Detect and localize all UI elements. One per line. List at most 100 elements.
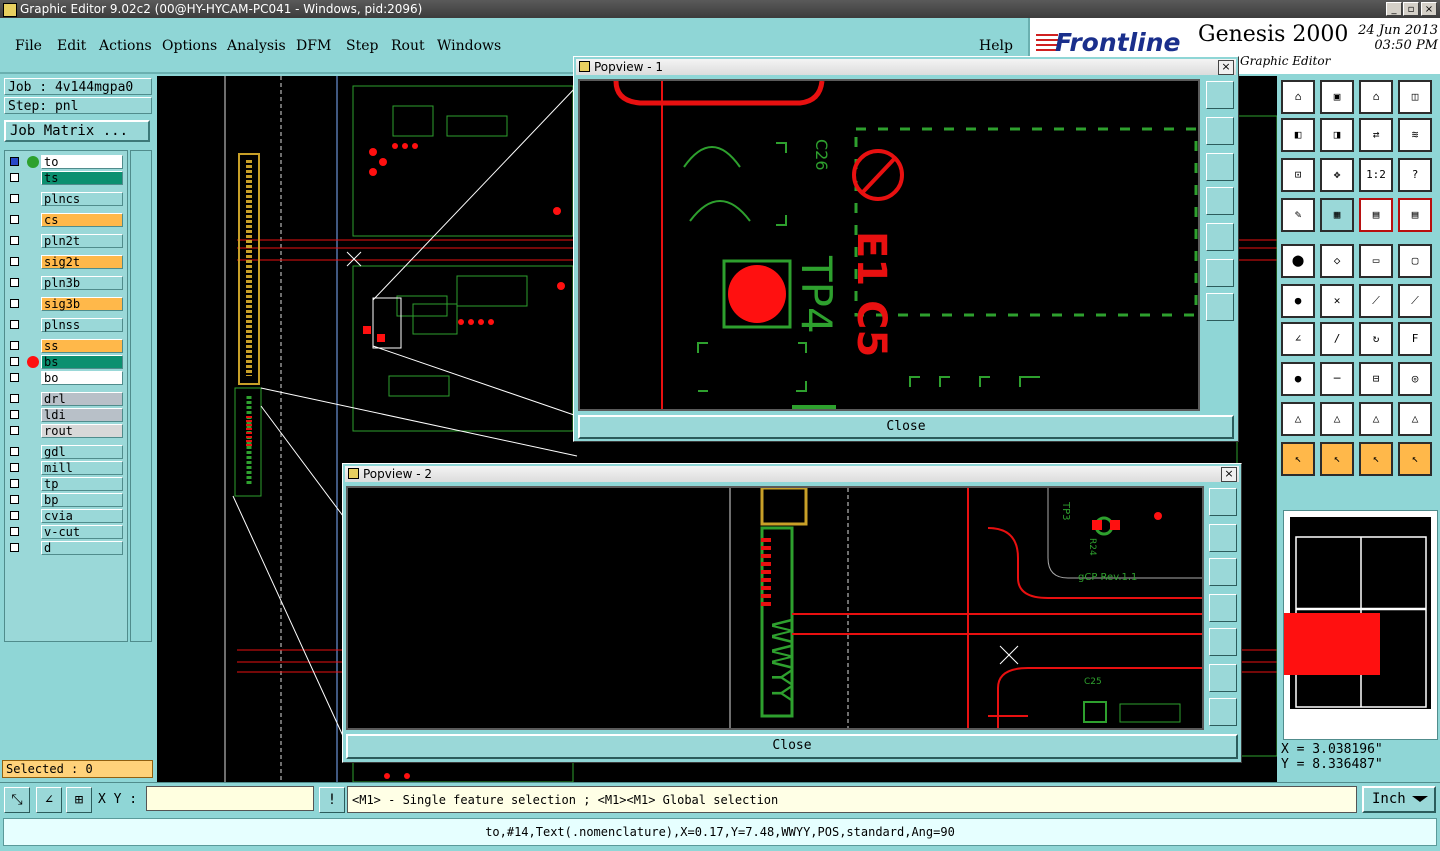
popview-1-close-button[interactable]: Close — [578, 415, 1234, 439]
layer-checkbox[interactable] — [10, 394, 19, 403]
popview-2-fit-button[interactable] — [1209, 664, 1237, 692]
menu-windows[interactable]: Windows — [437, 38, 501, 54]
home-view-icon[interactable]: ⌂ — [1359, 80, 1393, 114]
layer-row-ts[interactable]: ts — [7, 171, 127, 185]
text-icon[interactable]: F — [1398, 322, 1432, 356]
menu-dfm[interactable]: DFM — [296, 38, 331, 54]
layer-name[interactable]: mill — [41, 461, 123, 475]
layer-name[interactable]: bp — [41, 493, 123, 507]
menu-file[interactable]: File — [15, 38, 42, 54]
triangle-dim-icon[interactable]: △ — [1398, 402, 1432, 436]
maximize-button[interactable]: ▫ — [1403, 2, 1419, 16]
layer-name[interactable]: ss — [41, 339, 123, 353]
layer-checkbox[interactable] — [10, 373, 19, 382]
popview-2-pan-right-button[interactable] — [1209, 628, 1237, 656]
triangle-outline-icon[interactable]: △ — [1281, 402, 1315, 436]
layer-row-pln2t[interactable]: pln2t — [7, 234, 127, 248]
layer-row-d[interactable]: d — [7, 541, 127, 555]
layer-checkbox[interactable] — [10, 511, 19, 520]
line-arrow-icon[interactable]: ⟋ — [1398, 284, 1432, 318]
popview-1-zoom-in-button[interactable] — [1206, 81, 1234, 109]
line-node-icon[interactable]: ⟋ — [1359, 284, 1393, 318]
layer-checkbox[interactable] — [10, 299, 19, 308]
arc-icon[interactable]: ↻ — [1359, 322, 1393, 356]
layer-name[interactable]: bs — [41, 355, 123, 369]
layer-name[interactable]: plnss — [41, 318, 123, 332]
popview-2-zoom-out-button[interactable] — [1209, 524, 1237, 552]
menu-rout[interactable]: Rout — [391, 38, 425, 54]
center-icon[interactable]: ✥ — [1320, 158, 1354, 192]
layer-row-bp[interactable]: bp — [7, 493, 127, 507]
pan-left-icon[interactable]: ◧ — [1281, 118, 1315, 152]
layer-row-v-cut[interactable]: v-cut — [7, 525, 127, 539]
menu-analysis[interactable]: Analysis — [227, 38, 286, 54]
close-window-button[interactable]: × — [1421, 2, 1437, 16]
unit-selector[interactable]: Inch — [1362, 786, 1436, 813]
angle-icon[interactable]: ∠ — [1281, 322, 1315, 356]
layer-name[interactable]: ts — [41, 171, 123, 185]
layer-row-cvia[interactable]: cvia — [7, 509, 127, 523]
menu-actions[interactable]: Actions — [99, 38, 152, 54]
layer-row-plncs[interactable]: plncs — [7, 192, 127, 206]
layer-row-sig2t[interactable]: sig2t — [7, 255, 127, 269]
cross-icon[interactable]: ✕ — [1320, 284, 1354, 318]
layer-checkbox[interactable] — [10, 527, 19, 536]
popview-1-center-button[interactable] — [1206, 293, 1234, 321]
zoom-back-icon[interactable]: ▣ — [1320, 80, 1354, 114]
layer-name[interactable]: pln2t — [41, 234, 123, 248]
measure-angle-icon[interactable]: ∠ — [36, 787, 62, 813]
popview-2-pan-down-button[interactable] — [1209, 558, 1237, 586]
measure-icon[interactable]: ✎ — [1281, 198, 1315, 232]
layer-name[interactable]: plncs — [41, 192, 123, 206]
pointer-icon[interactable]: ↖ — [1281, 442, 1315, 476]
layer-row-sig3b[interactable]: sig3b — [7, 297, 127, 311]
layer-checkbox[interactable] — [10, 157, 19, 166]
layer-checkbox[interactable] — [10, 447, 19, 456]
menu-options[interactable]: Options — [162, 38, 217, 54]
mirror-icon[interactable]: ⇄ — [1359, 118, 1393, 152]
layer-row-rout[interactable]: rout — [7, 424, 127, 438]
minimize-button[interactable]: _ — [1386, 2, 1402, 16]
popview-1-pan-left-button[interactable] — [1206, 187, 1234, 215]
grid-snap-icon[interactable]: ⊞ — [66, 787, 92, 813]
layer-row-bs[interactable]: bs — [7, 355, 127, 369]
layer-row-ss[interactable]: ss — [7, 339, 127, 353]
layer-checkbox[interactable] — [10, 173, 19, 182]
fit-icon[interactable]: ⊡ — [1281, 158, 1315, 192]
layer-checkbox[interactable] — [10, 426, 19, 435]
triangle-measure-icon[interactable]: △ — [1359, 402, 1393, 436]
layer-checkbox[interactable] — [10, 215, 19, 224]
split-view-icon[interactable]: ◫ — [1398, 80, 1432, 114]
layer-row-pln3b[interactable]: pln3b — [7, 276, 127, 290]
menu-step[interactable]: Step — [346, 38, 378, 54]
layer-name[interactable]: v-cut — [41, 525, 123, 539]
layer-checkbox[interactable] — [10, 341, 19, 350]
layer-row-drl[interactable]: drl — [7, 392, 127, 406]
popview-1-zoom-out-button[interactable] — [1206, 117, 1234, 145]
layer-checkbox[interactable] — [10, 410, 19, 419]
zoom-area-icon[interactable]: ⤡ — [4, 787, 30, 813]
polygon-icon[interactable]: ◇ — [1320, 244, 1354, 278]
dimension-icon[interactable]: ⊟ — [1359, 362, 1393, 396]
layer-checkbox[interactable] — [10, 236, 19, 245]
layer-row-cs[interactable]: cs — [7, 213, 127, 227]
layer-compare-active-icon[interactable]: ▤ — [1398, 198, 1432, 232]
layer-name[interactable]: rout — [41, 424, 123, 438]
rectangle-select-icon[interactable]: ▢ — [1398, 244, 1432, 278]
popview-2-canvas[interactable]: WWYY TP3 gCP Rev.1.1 C25 R24 — [346, 486, 1204, 730]
snap-icon[interactable]: ≋ — [1398, 118, 1432, 152]
triangle-fill-icon[interactable]: △ — [1320, 402, 1354, 436]
pointer-edit-icon[interactable]: ↖ — [1359, 442, 1393, 476]
layer-name[interactable]: cs — [41, 213, 123, 227]
scale-one-to-one-icon[interactable]: 1:2 — [1359, 158, 1393, 192]
zoom-home-icon[interactable]: ⌂ — [1281, 80, 1315, 114]
pointer-node-icon[interactable]: ↖ — [1398, 442, 1432, 476]
layer-name[interactable]: to — [41, 155, 123, 169]
split-line-icon[interactable]: ─ — [1320, 362, 1354, 396]
node-connect-icon[interactable]: ● — [1281, 284, 1315, 318]
layer-checkbox[interactable] — [10, 278, 19, 287]
layer-checkbox[interactable] — [10, 357, 19, 366]
popview-1-close-x-button[interactable]: × — [1218, 60, 1234, 75]
select-point-icon[interactable]: ⬤ — [1281, 244, 1315, 278]
menu-help[interactable]: Help — [979, 38, 1013, 54]
